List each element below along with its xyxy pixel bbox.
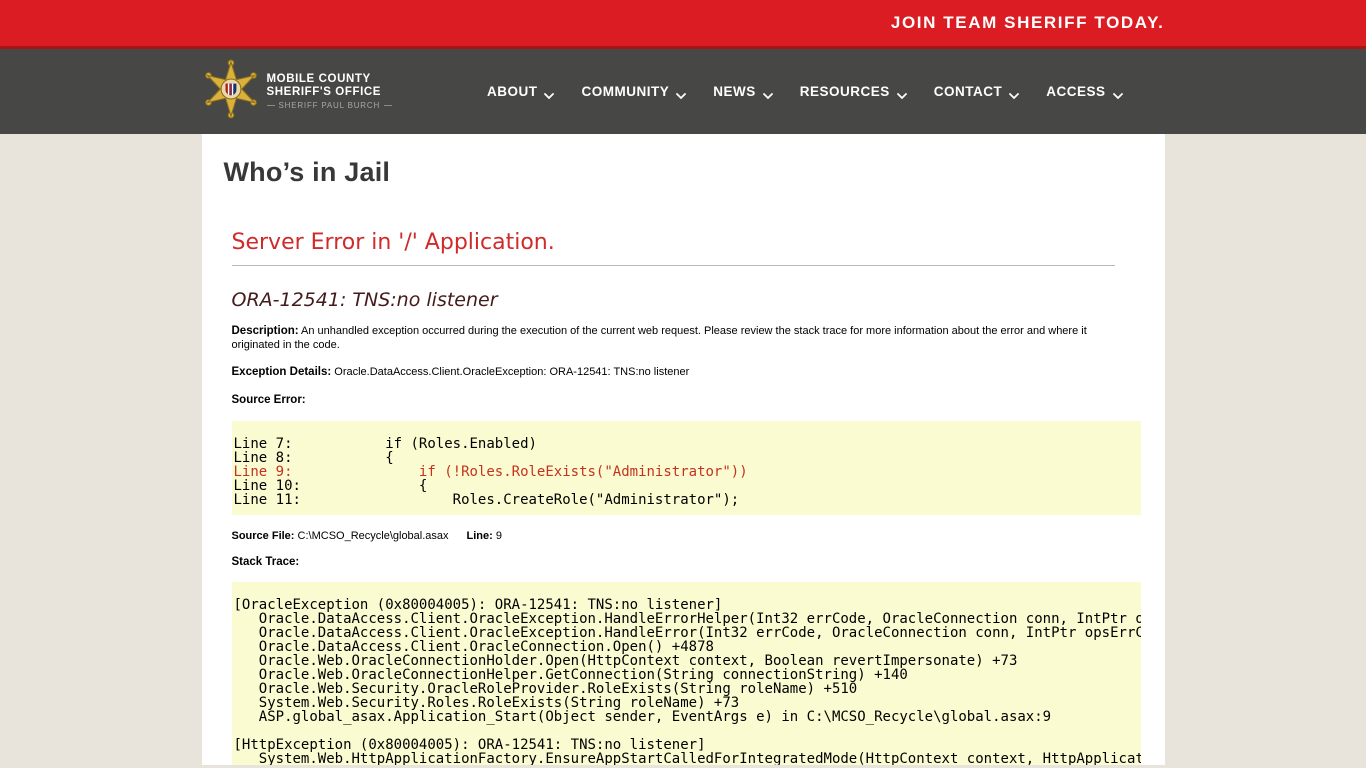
chevron-down-icon [897,88,907,95]
chevron-down-icon [676,88,686,95]
menu-item-community[interactable]: COMMUNITY [581,84,686,99]
stack-trace-label: Stack Trace: [232,556,300,568]
chevron-down-icon [763,88,773,95]
menu-item-about[interactable]: ABOUT [487,84,555,99]
logo-text-line2: SHERIFF'S OFFICE [267,86,393,99]
server-error-report: Server Error in '/' Application. ORA-125… [232,230,1143,765]
menu-item-contact[interactable]: CONTACT [934,84,1020,99]
menu-item-label: CONTACT [934,84,1003,99]
source-file-label: Source File: [232,530,295,542]
source-error-label: Source Error: [232,394,306,406]
content-panel: Who’s in Jail Server Error in '/' Applic… [202,134,1165,765]
source-error-code-block: Line 7: if (Roles.Enabled) Line 8: { Lin… [232,421,1141,515]
sheriff-badge-icon [204,59,258,124]
divider [232,265,1115,266]
menu-item-label: RESOURCES [800,84,890,99]
exception-details: Exception Details: Oracle.DataAccess.Cli… [232,366,1134,380]
main-menu: ABOUT COMMUNITY NEWS RESOURCES CONTACT [487,84,1123,99]
menu-item-label: ABOUT [487,84,538,99]
stack-trace-block: [OracleException (0x80004005): ORA-12541… [232,582,1141,765]
line-label: Line: [467,530,493,542]
source-file-row: Source File: C:\MCSO_Recycle\global.asax… [232,530,1143,542]
source-code-after: Line 10: { Line 11: Roles.CreateRole("Ad… [234,478,740,508]
logo-text-line3: SHERIFF PAUL BURCH [267,101,393,110]
logo-text-line1: MOBILE COUNTY [267,73,393,86]
source-code-before: Line 7: if (Roles.Enabled) Line 8: { [234,436,537,466]
sheriff-office-logo[interactable]: MOBILE COUNTY SHERIFF'S OFFICE SHERIFF P… [204,59,393,124]
page-title: Who’s in Jail [224,134,1143,188]
line-number: 9 [493,530,502,542]
exception-details-text: Oracle.DataAccess.Client.OracleException… [331,366,689,378]
description-text: An unhandled exception occurred during t… [232,325,1087,351]
exception-details-label: Exception Details: [232,366,332,378]
top-banner: JOIN TEAM SHERIFF TODAY. [0,0,1366,49]
menu-item-resources[interactable]: RESOURCES [800,84,907,99]
menu-item-label: ACCESS [1046,84,1105,99]
chevron-down-icon [544,88,554,95]
error-subtitle: ORA-12541: TNS:no listener [232,289,1143,311]
stack-trace-label-row: Stack Trace: [232,556,1134,570]
join-team-sheriff-link[interactable]: JOIN TEAM SHERIFF TODAY. [891,13,1165,33]
server-error-title: Server Error in '/' Application. [232,230,1143,255]
chevron-down-icon [1009,88,1019,95]
main-navbar: MOBILE COUNTY SHERIFF'S OFFICE SHERIFF P… [0,49,1366,134]
source-error-label-row: Source Error: [232,394,1134,408]
chevron-down-icon [1113,88,1123,95]
menu-item-label: NEWS [713,84,756,99]
source-file-path: C:\MCSO_Recycle\global.asax [294,530,448,542]
error-description: Description: An unhandled exception occu… [232,325,1134,352]
menu-item-access[interactable]: ACCESS [1046,84,1122,99]
menu-item-news[interactable]: NEWS [713,84,773,99]
menu-item-label: COMMUNITY [581,84,669,99]
page-viewport: JOIN TEAM SHERIFF TODAY. [0,0,1366,768]
description-label: Description: [232,325,299,337]
